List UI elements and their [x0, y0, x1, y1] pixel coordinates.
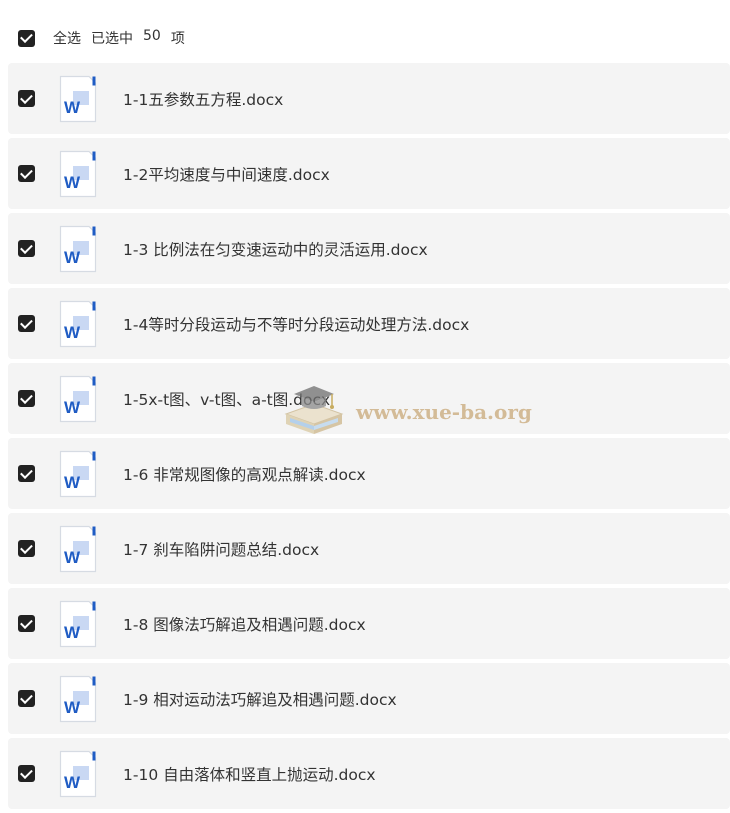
word-doc-icon: W: [59, 375, 97, 423]
svg-text:W: W: [64, 548, 81, 567]
file-name: 1-6 非常规图像的高观点解读.docx: [123, 465, 366, 484]
word-doc-icon: W: [59, 225, 97, 273]
word-doc-icon: W: [59, 675, 97, 723]
file-row[interactable]: W 1-8 图像法巧解追及相遇问题.docx: [8, 588, 730, 659]
file-row[interactable]: W 1-4等时分段运动与不等时分段运动处理方法.docx: [8, 288, 730, 359]
select-all-checkbox[interactable]: [18, 29, 35, 47]
svg-text:W: W: [64, 623, 81, 642]
file-row[interactable]: W 1-10 自由落体和竖直上抛运动.docx: [8, 738, 730, 809]
file-name: 1-5x-t图、v-t图、a-t图.docx: [123, 390, 331, 409]
word-doc-glyph: W: [59, 225, 97, 272]
selected-label: 已选中: [91, 28, 133, 48]
file-name: 1-4等时分段运动与不等时分段运动处理方法.docx: [123, 315, 470, 334]
word-doc-icon: W: [59, 525, 97, 573]
word-doc-glyph: W: [59, 75, 97, 122]
file-list: W 1-1五参数五方程.docx W 1-2平均速度与中间速度.docx W 1…: [8, 63, 730, 813]
word-doc-icon: W: [59, 75, 97, 123]
file-checkbox[interactable]: [18, 165, 35, 182]
select-all-label[interactable]: 全选: [53, 28, 81, 48]
file-name: 1-3 比例法在匀变速运动中的灵活运用.docx: [123, 240, 428, 259]
file-name: 1-9 相对运动法巧解追及相遇问题.docx: [123, 690, 397, 709]
word-doc-glyph: W: [59, 675, 97, 722]
svg-text:W: W: [64, 173, 81, 192]
selection-summary: 全选 已选中 50 项: [53, 28, 185, 48]
selected-count: 50: [143, 28, 161, 44]
file-row[interactable]: W 1-5x-t图、v-t图、a-t图.docx: [8, 363, 730, 434]
svg-text:W: W: [64, 248, 81, 267]
file-row[interactable]: W 1-9 相对运动法巧解追及相遇问题.docx: [8, 663, 730, 734]
svg-text:W: W: [64, 323, 81, 342]
word-doc-glyph: W: [59, 375, 97, 422]
svg-text:W: W: [64, 773, 81, 792]
word-doc-icon: W: [59, 750, 97, 798]
file-name: 1-10 自由落体和竖直上抛运动.docx: [123, 765, 376, 784]
file-checkbox[interactable]: [18, 465, 35, 482]
file-row[interactable]: W 1-1五参数五方程.docx: [8, 63, 730, 134]
file-name: 1-1五参数五方程.docx: [123, 90, 284, 109]
file-row[interactable]: W 1-3 比例法在匀变速运动中的灵活运用.docx: [8, 213, 730, 284]
file-checkbox[interactable]: [18, 315, 35, 332]
unit-label: 项: [170, 31, 185, 47]
file-checkbox[interactable]: [18, 240, 35, 257]
word-doc-glyph: W: [59, 450, 97, 497]
file-checkbox[interactable]: [18, 690, 35, 707]
word-doc-glyph: W: [59, 525, 97, 572]
file-checkbox[interactable]: [18, 540, 35, 557]
word-doc-glyph: W: [59, 150, 97, 197]
file-row[interactable]: W 1-2平均速度与中间速度.docx: [8, 138, 730, 209]
file-checkbox[interactable]: [18, 615, 35, 632]
file-row[interactable]: W 1-7 刹车陷阱问题总结.docx: [8, 513, 730, 584]
file-checkbox[interactable]: [18, 390, 35, 407]
word-doc-icon: W: [59, 600, 97, 648]
word-doc-icon: W: [59, 450, 97, 498]
svg-text:W: W: [64, 698, 81, 717]
svg-text:W: W: [64, 473, 81, 492]
svg-text:W: W: [64, 398, 81, 417]
svg-text:W: W: [64, 98, 81, 117]
word-doc-icon: W: [59, 300, 97, 348]
file-name: 1-2平均速度与中间速度.docx: [123, 165, 330, 184]
word-doc-glyph: W: [59, 750, 97, 797]
file-checkbox[interactable]: [18, 765, 35, 782]
file-row[interactable]: W 1-6 非常规图像的高观点解读.docx: [8, 438, 730, 509]
file-name: 1-8 图像法巧解追及相遇问题.docx: [123, 615, 366, 634]
file-checkbox[interactable]: [18, 90, 35, 107]
file-name: 1-7 刹车陷阱问题总结.docx: [123, 540, 320, 559]
word-doc-icon: W: [59, 150, 97, 198]
selected-text: 已选中: [91, 31, 133, 47]
word-doc-glyph: W: [59, 600, 97, 647]
word-doc-glyph: W: [59, 300, 97, 347]
